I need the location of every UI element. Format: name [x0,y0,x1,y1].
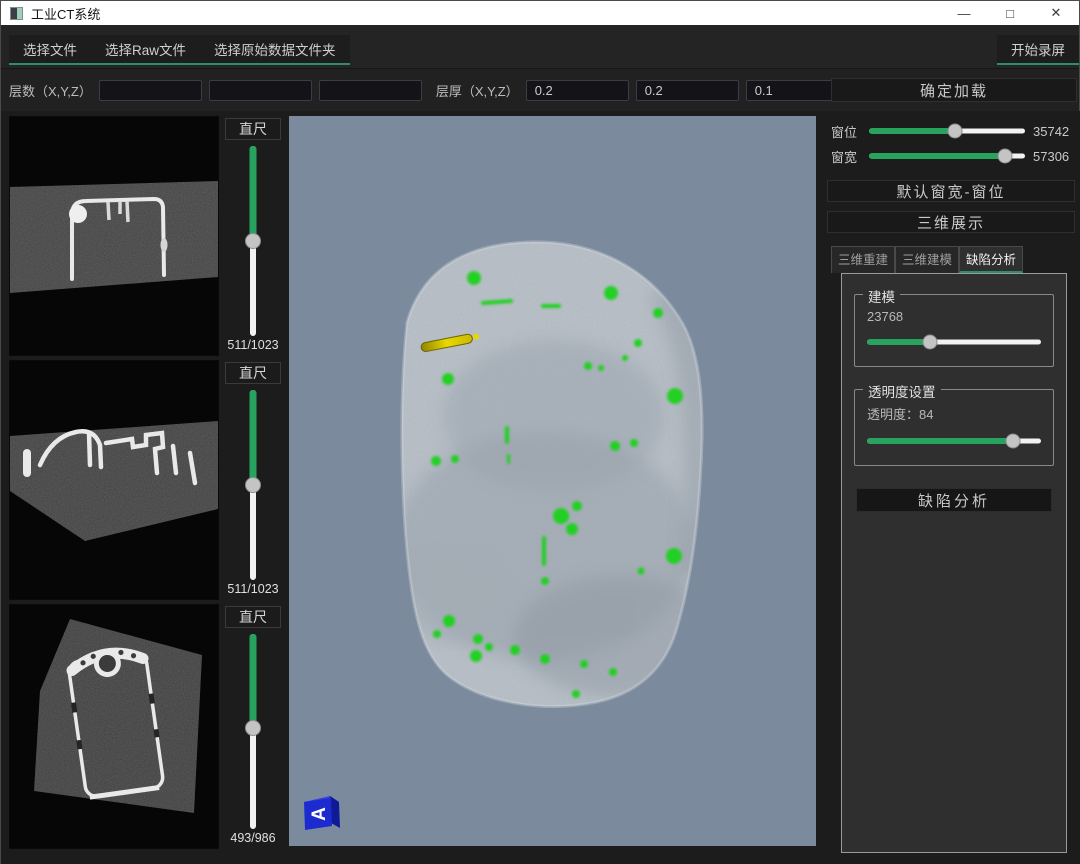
titlebar: 工业CT系统 — □ ✕ [1,1,1079,25]
window-level-label: 窗位 [831,122,861,141]
3d-viewport[interactable]: A [289,116,816,846]
slider-fill [250,146,257,241]
file-menu-group: 选择文件 选择Raw文件 选择原始数据文件夹 [9,35,350,65]
opacity-slider[interactable] [867,433,1041,449]
slider-fill [869,153,1005,159]
ct-slice-top-image[interactable] [9,116,219,356]
select-file-button[interactable]: 选择文件 [9,35,91,63]
window-width-slider[interactable] [869,148,1025,164]
close-button[interactable]: ✕ [1033,1,1079,25]
slice-row-middle: 直尺 511/1023 [9,360,287,600]
ruler-button-bottom[interactable]: 直尺 [225,606,281,628]
slice-middle-slider[interactable] [243,390,263,580]
minimize-button[interactable]: — [941,1,987,25]
orientation-cube: A [304,796,340,830]
slider-handle[interactable] [245,477,261,493]
modeling-slider[interactable] [867,334,1041,350]
slice-top-position: 511/1023 [227,338,278,356]
params-row: 层数（X,Y,Z） 层厚（X,Y,Z） 确定加载 [1,69,1079,111]
ruler-button-top[interactable]: 直尺 [225,118,281,140]
opacity-groupbox: 透明度设置 透明度：84 [854,389,1054,466]
slider-fill [250,390,257,485]
layers-y-input[interactable] [209,80,312,101]
slider-fill [867,438,1013,444]
window-width-value: 57306 [1033,149,1077,164]
mode-tabs: 三维重建 三维建模 缺陷分析 [831,246,1079,273]
window-width-row: 窗宽 57306 [831,146,1077,166]
slider-handle[interactable] [997,149,1012,164]
window-level-value: 35742 [1033,124,1077,139]
slice-top-controls: 直尺 511/1023 [219,116,287,356]
default-window-button[interactable]: 默认窗宽-窗位 [827,180,1075,202]
opacity-value-label: 透明度：84 [867,404,1041,423]
window-width-label: 窗宽 [831,147,861,166]
app-window: 工业CT系统 — □ ✕ 选择文件 选择Raw文件 选择原始数据文件夹 开始录屏… [0,0,1080,864]
slice-middle-position: 511/1023 [227,582,278,600]
confirm-load-button[interactable]: 确定加载 [831,78,1077,102]
menubar: 选择文件 选择Raw文件 选择原始数据文件夹 开始录屏 [1,25,1079,69]
ct-slice-bottom-image[interactable] [9,604,219,849]
app-icon [10,7,23,20]
slider-handle[interactable] [1006,434,1021,449]
modeling-value: 23768 [867,309,1041,324]
slider-handle[interactable] [922,335,937,350]
slider-handle[interactable] [245,720,261,736]
layers-z-input[interactable] [319,80,422,101]
slice-bottom-controls: 直尺 493/986 [219,604,287,849]
ct-slice-middle-image[interactable] [9,360,219,600]
modeling-groupbox: 建模 23768 [854,294,1054,367]
thickness-label: 层厚（X,Y,Z） [436,81,519,100]
ruler-button-middle[interactable]: 直尺 [225,362,281,384]
thickness-y-input[interactable] [636,80,739,101]
thickness-x-input[interactable] [526,80,629,101]
slider-fill [867,339,930,345]
slider-handle[interactable] [947,124,962,139]
tab-defect-analysis[interactable]: 缺陷分析 [959,246,1023,273]
slice-bottom-slider[interactable] [243,634,263,829]
select-raw-folder-button[interactable]: 选择原始数据文件夹 [200,35,350,63]
slice-row-bottom: 直尺 493/986 [9,604,287,849]
layers-label: 层数（X,Y,Z） [9,81,92,100]
window-title: 工业CT系统 [31,4,100,23]
slider-fill [869,128,955,134]
main-area: 直尺 511/1023 [1,111,1080,864]
svg-text:A: A [309,807,330,821]
modeling-group-title: 建模 [863,286,900,306]
defect-analysis-panel: 建模 23768 透明度设置 透明度：84 [841,273,1067,853]
slider-fill [250,634,257,728]
tab-3d-modeling[interactable]: 三维建模 [895,246,959,273]
opacity-group-title: 透明度设置 [863,381,941,401]
maximize-button[interactable]: □ [987,1,1033,25]
window-level-row: 窗位 35742 [831,121,1077,141]
slice-top-slider[interactable] [243,146,263,336]
window-level-slider[interactable] [869,123,1025,139]
slider-handle[interactable] [245,233,261,249]
tab-3d-reconstruction[interactable]: 三维重建 [831,246,895,273]
slice-bottom-position: 493/986 [230,831,275,849]
right-panel: 窗位 35742 窗宽 57306 默认窗宽-窗位 三维展示 [823,113,1079,859]
slice-column: 直尺 511/1023 [9,116,287,849]
select-raw-file-button[interactable]: 选择Raw文件 [91,35,200,63]
slice-middle-controls: 直尺 511/1023 [219,360,287,600]
defect-analysis-button[interactable]: 缺陷分析 [856,488,1052,512]
layers-x-input[interactable] [99,80,202,101]
slice-row-top: 直尺 511/1023 [9,116,287,356]
3d-display-button[interactable]: 三维展示 [827,211,1075,233]
start-recording-button[interactable]: 开始录屏 [997,35,1079,65]
window-controls: — □ ✕ [941,1,1079,25]
